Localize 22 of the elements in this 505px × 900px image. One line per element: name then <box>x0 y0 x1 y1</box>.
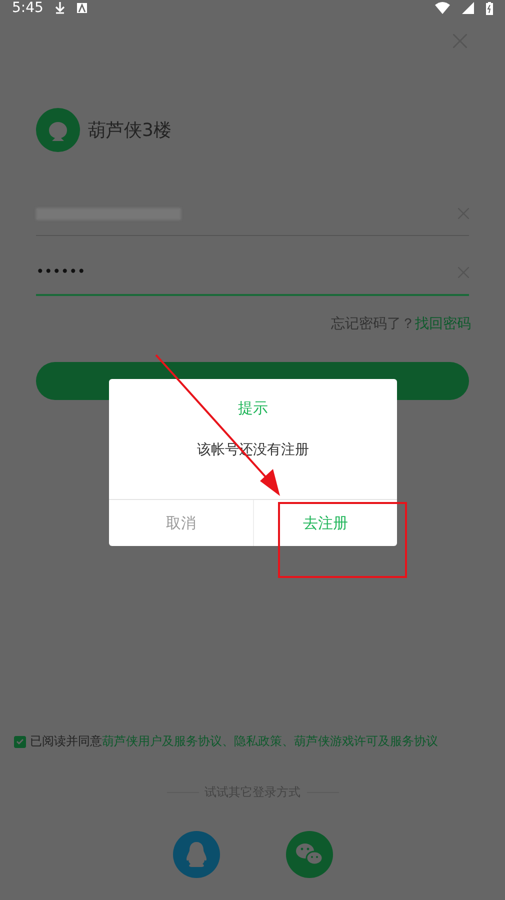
check-icon <box>16 738 24 745</box>
agreement-link[interactable]: 隐私政策 <box>234 734 282 749</box>
separator-text: 、 <box>222 734 234 749</box>
app-logo-icon <box>36 108 80 152</box>
agreement-checkbox[interactable] <box>14 736 26 748</box>
download-icon <box>55 2 66 14</box>
chat-bubbles-icon[interactable] <box>286 831 332 878</box>
notification-icon <box>77 3 88 13</box>
signal-icon <box>462 2 474 14</box>
recover-password-link[interactable]: 找回密码 <box>415 314 471 335</box>
dialog-title: 提示 <box>238 398 268 419</box>
status-time: 5:45 <box>12 1 44 15</box>
penguin-icon[interactable] <box>172 831 220 878</box>
register-button[interactable]: 去注册 <box>252 500 397 546</box>
password-field[interactable]: •••••• <box>36 262 458 282</box>
agreement-link[interactable]: 葫芦侠用户及服务协议 <box>102 734 222 749</box>
app-name: 葫芦侠3楼 <box>88 118 172 142</box>
agreement-text: 已阅读并同意 <box>30 734 102 749</box>
separator-text: 、 <box>282 734 294 749</box>
agreement-link[interactable]: 葫芦侠游戏许可及服务协议 <box>294 734 438 749</box>
cancel-button[interactable]: 取消 <box>109 500 252 546</box>
wifi-icon <box>435 2 450 14</box>
